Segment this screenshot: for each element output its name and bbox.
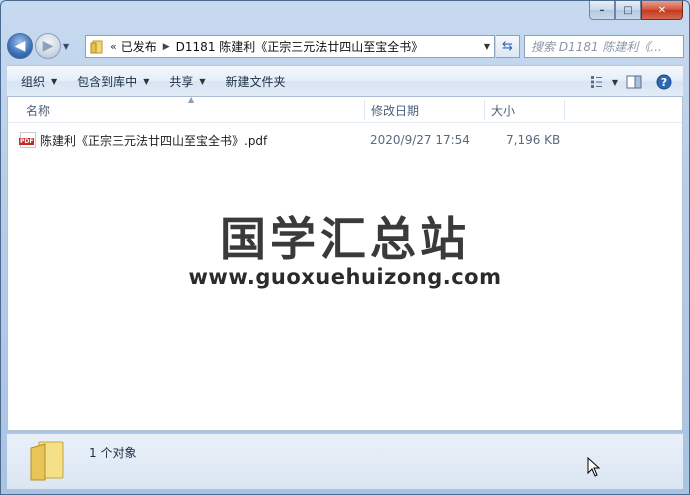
address-dropdown-icon[interactable]: ▼ — [484, 42, 490, 51]
address-overflow[interactable]: « — [110, 40, 117, 53]
new-folder-label: 新建文件夹 — [225, 74, 286, 89]
column-size-label: 大小 — [491, 103, 516, 118]
close-button[interactable]: ✕ — [641, 1, 683, 20]
breadcrumb-separator-icon[interactable]: ▶ — [163, 42, 170, 52]
share-label: 共享 — [169, 74, 194, 89]
back-button[interactable]: ◀ — [7, 33, 33, 59]
file-name[interactable]: 陈建利《正宗三元法廿四山至宝全书》.pdf — [40, 132, 267, 149]
file-name-cell[interactable]: 陈建利《正宗三元法廿四山至宝全书》.pdf — [19, 132, 360, 149]
organize-button[interactable]: 组织 ▼ — [11, 69, 67, 93]
column-name-label: 名称 — [26, 103, 51, 118]
folder-icon — [30, 441, 64, 481]
file-row[interactable]: 陈建利《正宗三元法廿四山至宝全书》.pdf 2020/9/27 17:54 7,… — [19, 129, 682, 151]
include-in-library-button[interactable]: 包含到库中 ▼ — [67, 69, 159, 93]
watermark-url: www.guoxuehuizong.com — [188, 265, 502, 289]
refresh-icon: ⇆ — [502, 39, 513, 54]
view-list-icon — [590, 76, 602, 88]
help-icon: ? — [656, 74, 672, 90]
column-size[interactable]: 大小 — [485, 97, 565, 123]
preview-pane-icon — [626, 75, 642, 89]
refresh-button[interactable]: ⇆ — [496, 35, 520, 58]
column-divider[interactable] — [564, 100, 565, 120]
watermark-title: 国学汇总站 — [220, 212, 470, 266]
folder-icon — [86, 40, 108, 54]
file-size: 7,196 KB — [506, 133, 561, 147]
details-pane: 1 个对象 — [7, 433, 683, 489]
pdf-file-icon — [19, 132, 36, 148]
caption-buttons: – □ ✕ — [589, 1, 683, 23]
view-controls: ▼ ? — [589, 70, 679, 94]
search-box[interactable]: 搜索 D1181 陈建利《... — [524, 35, 684, 58]
help-button[interactable]: ? — [649, 70, 679, 94]
maximize-button[interactable]: □ — [615, 1, 641, 20]
forward-button[interactable]: ▶ — [35, 33, 61, 59]
search-input[interactable]: 搜索 D1181 陈建利《... — [531, 38, 662, 55]
column-headers: ▲ 名称 修改日期 大小 — [8, 95, 682, 123]
column-name[interactable]: 名称 — [20, 97, 360, 123]
item-count: 1 个对象 — [89, 446, 137, 460]
new-folder-button[interactable]: 新建文件夹 — [216, 69, 296, 93]
address-bar[interactable]: « 已发布 ▶ D1181 陈建利《正宗三元法廿四山至宝全书》 ▼ — [85, 35, 495, 58]
share-button[interactable]: 共享 ▼ — [159, 69, 215, 93]
column-modified-label: 修改日期 — [371, 103, 420, 118]
caret-down-icon: ▼ — [611, 77, 619, 87]
mouse-pointer-icon — [587, 457, 601, 477]
caret-down-icon: ▼ — [199, 76, 206, 86]
command-bar: 组织 ▼ 包含到库中 ▼ 共享 ▼ 新建文件夹 ▼ ? — [7, 65, 683, 97]
explorer-window: – □ ✕ ◀ ▶ ▼ « 已发布 ▶ D1181 陈建利《正宗三元法廿四山至宝… — [0, 0, 690, 495]
file-list: ▲ 名称 修改日期 大小 陈建利《正宗三元法廿四山至宝全书》.pdf 2020/… — [7, 95, 683, 431]
minimize-button[interactable]: – — [589, 1, 615, 20]
caret-down-icon: ▼ — [143, 76, 150, 86]
recent-pages-dropdown[interactable]: ▼ — [63, 42, 73, 51]
organize-label: 组织 — [21, 74, 46, 89]
column-modified[interactable]: 修改日期 — [365, 97, 483, 123]
include-in-library-label: 包含到库中 — [77, 74, 138, 89]
back-arrow-icon: ◀ — [14, 38, 26, 54]
change-view-button[interactable]: ▼ — [589, 70, 619, 94]
svg-text:?: ? — [661, 76, 667, 89]
caret-down-icon: ▼ — [51, 76, 58, 86]
forward-arrow-icon: ▶ — [42, 38, 54, 54]
preview-pane-button[interactable] — [619, 70, 649, 94]
breadcrumb-published[interactable]: 已发布 — [121, 38, 157, 55]
file-modified: 2020/9/27 17:54 — [370, 133, 470, 147]
navigation-bar: ◀ ▶ ▼ « 已发布 ▶ D1181 陈建利《正宗三元法廿四山至宝全书》 ▼ … — [7, 33, 684, 59]
breadcrumb-current-folder[interactable]: D1181 陈建利《正宗三元法廿四山至宝全书》 — [176, 38, 424, 55]
